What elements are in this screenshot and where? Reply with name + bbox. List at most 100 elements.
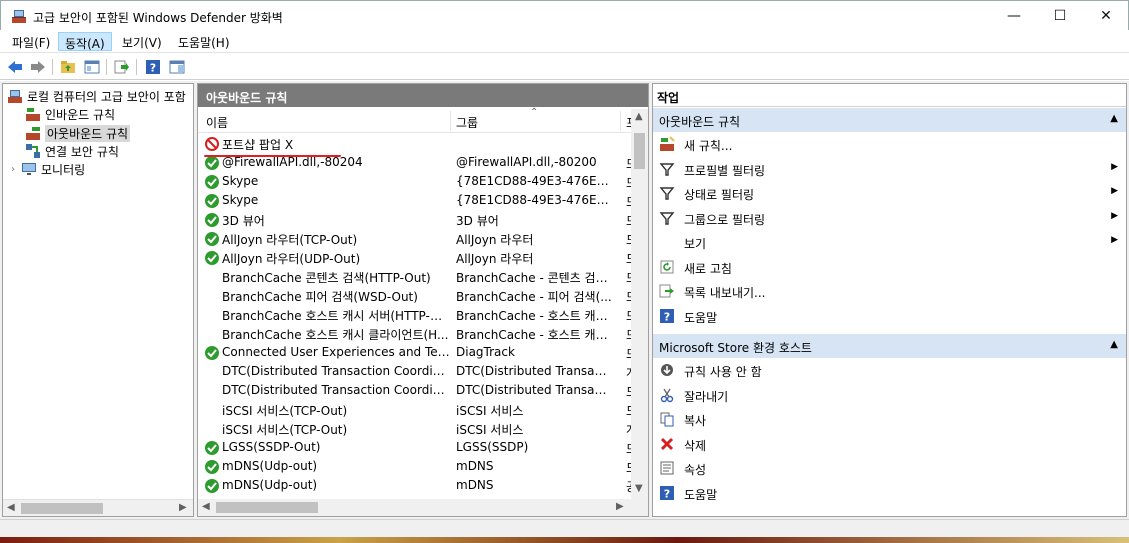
action-item[interactable]: 상태로 필터링 ▶ [653, 181, 1126, 205]
rule-row[interactable]: AllJoyn 라우터(UDP-Out)AllJoyn 라우터도 [198, 248, 632, 267]
rule-row[interactable]: DTC(Distributed Transaction Coordinato..… [198, 362, 632, 381]
export-icon [114, 60, 129, 74]
scroll-thumb[interactable] [634, 133, 645, 169]
section-outbound-rules[interactable]: 아웃바운드 규칙 ▲ [653, 108, 1126, 132]
collapse-icon[interactable]: ▲ [1110, 113, 1118, 124]
rule-row[interactable]: BranchCache 콘텐츠 검색(HTTP-Out) BranchCache … [198, 267, 632, 286]
scroll-thumb[interactable] [216, 502, 318, 513]
column-header-name[interactable]: 이름 [206, 114, 228, 131]
rule-row[interactable]: iSCSI 서비스(TCP-Out)iSCSI 서비스도 [198, 400, 632, 419]
rule-group: LGSS(SSDP) [456, 440, 529, 454]
rule-group: {78E1CD88-49E3-476E-B9... [456, 193, 612, 207]
rule-row[interactable]: iSCSI 서비스(TCP-Out)iSCSI 서비스개 [198, 419, 632, 438]
minimize-button[interactable]: — [991, 1, 1037, 31]
allowed-check-icon [204, 250, 219, 265]
rule-row[interactable]: Skype{78E1CD88-49E3-476E-B9...모 [198, 191, 632, 210]
up-folder-button[interactable] [58, 58, 78, 76]
rule-row[interactable]: AllJoyn 라우터(TCP-Out)AllJoyn 라우터도 [198, 229, 632, 248]
rule-row[interactable]: Connected User Experiences and Teleme...… [198, 343, 632, 362]
action-item[interactable]: 삭제 [653, 432, 1126, 456]
rule-row[interactable]: LGSS(SSDP-Out)LGSS(SSDP)모 [198, 438, 632, 457]
rule-group: iSCSI 서비스 [456, 423, 524, 437]
allowed-check-icon [204, 345, 219, 360]
menu-help[interactable]: 도움말(H) [172, 32, 236, 51]
filter-icon [659, 161, 675, 177]
no-status-icon [204, 269, 218, 283]
column-header-group[interactable]: 그룹 [456, 114, 478, 131]
action-item[interactable]: ? 도움말 [653, 481, 1126, 505]
desktop-background-strip [0, 537, 1129, 543]
rule-row[interactable]: BranchCache 호스트 캐시 클라이언트(H... BranchCache… [198, 324, 632, 343]
rules-horizontal-scrollbar[interactable]: ◀ ▶ [198, 499, 648, 516]
tree-item-outbound[interactable]: 아웃바운드 규칙 [25, 124, 131, 142]
scroll-left-icon[interactable]: ◀ [7, 502, 15, 513]
firewall-icon [12, 10, 26, 23]
rule-group: DTC(Distributed Transactio... [456, 383, 612, 397]
tree-item-monitoring[interactable]: › 모니터링 [11, 160, 85, 178]
back-button[interactable] [5, 58, 25, 76]
tree-horizontal-scrollbar[interactable]: ◀ ▶ [3, 499, 193, 516]
scroll-left-icon[interactable]: ◀ [202, 501, 210, 512]
show-hide-tree-button[interactable] [82, 58, 102, 76]
action-item[interactable]: 보기 ▶ [653, 230, 1126, 254]
collapse-icon[interactable]: ▲ [1110, 339, 1118, 350]
maximize-icon: ☐ [1053, 8, 1067, 24]
menu-bar: 파일(F) 동작(A) 보기(V) 도움말(H) [0, 30, 1129, 52]
action-item[interactable]: 잘라내기 [653, 383, 1126, 407]
scroll-down-icon[interactable]: ▼ [635, 483, 643, 494]
maximize-button[interactable]: ☐ [1037, 1, 1083, 31]
menu-action[interactable]: 동작(A) [58, 32, 112, 51]
blocked-icon [204, 136, 219, 151]
action-label: 도움말 [684, 310, 718, 325]
scroll-right-icon[interactable]: ▶ [616, 501, 624, 512]
disable-icon [659, 362, 675, 378]
menu-file[interactable]: 파일(F) [6, 32, 56, 51]
tree-item-label: 연결 보안 규칙 [45, 144, 119, 159]
tree-item-connection-security[interactable]: 연결 보안 규칙 [25, 142, 119, 160]
action-item[interactable]: 속성 [653, 456, 1126, 480]
action-item[interactable]: 그룹으로 필터링 ▶ [653, 206, 1126, 230]
rule-row[interactable]: BranchCache 호스트 캐시 서버(HTTP-O... BranchCac… [198, 305, 632, 324]
work-area: 로컬 컴퓨터의 고급 보안이 포함 인바운드 규칙 아웃바운드 규칙 연결 보안… [0, 81, 1129, 519]
submenu-arrow-icon: ▶ [1111, 210, 1118, 221]
allowed-check-icon [204, 440, 219, 455]
action-item[interactable]: 새 규칙... [653, 132, 1126, 156]
rule-group: mDNS [456, 478, 494, 492]
menu-view[interactable]: 보기(V) [116, 32, 168, 51]
action-item[interactable]: ? 도움말 [653, 304, 1126, 328]
window-title: 고급 보안이 포함된 Windows Defender 방화벽 [33, 11, 283, 25]
action-item[interactable]: 프로필별 필터링 ▶ [653, 157, 1126, 181]
rule-row[interactable]: DTC(Distributed Transaction Coordinato..… [198, 381, 632, 400]
scroll-right-icon[interactable]: ▶ [179, 502, 187, 513]
column-header-row: 이름 그룹 ⌃ 프 [198, 107, 648, 133]
action-item[interactable]: 규칙 사용 안 함 [653, 358, 1126, 382]
export-icon [659, 283, 675, 299]
status-bar [0, 519, 1129, 537]
help-button[interactable]: ? [143, 58, 163, 76]
rules-vertical-scrollbar[interactable]: ▲ ▼ [631, 109, 648, 500]
show-hide-action-pane-button[interactable] [167, 58, 187, 76]
rule-row[interactable]: 포트샵 팝업 X [198, 134, 628, 153]
expand-chevron-icon[interactable]: › [11, 164, 21, 175]
action-item[interactable]: 복사 [653, 407, 1126, 431]
export-list-button[interactable] [112, 58, 132, 76]
tree-item-inbound[interactable]: 인바운드 규칙 [25, 105, 115, 123]
forward-button[interactable] [28, 58, 48, 76]
rule-row[interactable]: mDNS(Udp-out)mDNS도 [198, 457, 632, 476]
rule-row[interactable]: BranchCache 피어 검색(WSD-Out) BranchCache - … [198, 286, 632, 305]
back-arrow-icon [8, 61, 22, 73]
rule-row[interactable]: mDNS(Udp-out)mDNS공 [198, 476, 632, 495]
rule-row[interactable]: 3D 뷰어3D 뷰어모 [198, 210, 632, 229]
tree-root[interactable]: 로컬 컴퓨터의 고급 보안이 포함 [7, 87, 186, 105]
close-button[interactable]: ✕ [1083, 1, 1129, 31]
section-selected-rule[interactable]: Microsoft Store 환경 호스트 ▲ [653, 334, 1126, 358]
action-label: 도움말 [684, 487, 718, 502]
scroll-thumb[interactable] [21, 503, 103, 514]
rule-group: 3D 뷰어 [456, 214, 499, 228]
action-item[interactable]: 목록 내보내기... [653, 279, 1126, 303]
rule-row[interactable]: Skype{78E1CD88-49E3-476E-B9...모 [198, 172, 632, 191]
rule-name: AllJoyn 라우터(TCP-Out) [222, 233, 358, 247]
action-label: 규칙 사용 안 함 [684, 365, 762, 379]
scroll-up-icon[interactable]: ▲ [635, 111, 643, 122]
action-item[interactable]: 새로 고침 [653, 255, 1126, 279]
